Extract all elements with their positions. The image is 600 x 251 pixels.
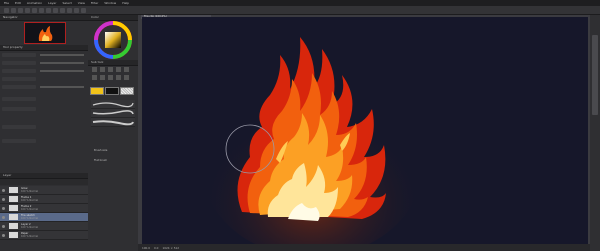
- layer-thumbnail: [9, 187, 18, 193]
- pen-tool-icon[interactable]: [92, 67, 97, 72]
- command-bar: [0, 6, 600, 15]
- text-tool-icon[interactable]: [116, 75, 121, 80]
- layer-blend: 100 % Normal: [21, 226, 39, 229]
- undo-icon[interactable]: [25, 7, 30, 13]
- layer-blend: 100 % Normal: [21, 235, 39, 238]
- brush-item[interactable]: [91, 100, 135, 109]
- property-slider[interactable]: [40, 54, 84, 56]
- property-row[interactable]: [2, 125, 36, 129]
- layer-row[interactable]: Glow 100 % Normal: [0, 186, 88, 195]
- status-bar: 100.0 0.0 1024 × 512: [138, 244, 590, 251]
- visibility-icon[interactable]: [2, 215, 5, 219]
- tool-property-header: Tool property: [0, 45, 88, 51]
- angle-readout[interactable]: 0.0: [154, 246, 158, 250]
- property-row[interactable]: [2, 97, 36, 101]
- deselect-icon[interactable]: [53, 7, 58, 13]
- color-wheel[interactable]: [94, 21, 132, 59]
- layer-blend: 100 % Normal: [21, 190, 39, 193]
- property-row[interactable]: [2, 69, 36, 73]
- property-row[interactable]: [2, 77, 36, 81]
- transparent-color-swatch[interactable]: [120, 87, 134, 95]
- layer-thumbnail: [9, 223, 18, 229]
- property-row[interactable]: [2, 61, 36, 65]
- eraser-tool-icon[interactable]: [124, 67, 129, 72]
- snap-ruler-icon[interactable]: [67, 7, 72, 13]
- brush-stroke-preview: [92, 110, 134, 115]
- color-label: Color: [91, 15, 99, 19]
- transform-icon[interactable]: [46, 7, 51, 13]
- new-file-icon[interactable]: [4, 7, 9, 13]
- visibility-icon[interactable]: [2, 197, 5, 201]
- redo-icon[interactable]: [32, 7, 37, 13]
- open-file-icon[interactable]: [11, 7, 16, 13]
- layer-thumbnail: [9, 205, 18, 211]
- vertical-scrollbar[interactable]: [590, 15, 600, 251]
- property-slider[interactable]: [40, 86, 84, 88]
- coords-readout: 1024 × 512: [162, 245, 180, 250]
- canvas[interactable]: [142, 17, 588, 251]
- figure-tool-icon[interactable]: [108, 75, 113, 80]
- blend-tool-icon[interactable]: [124, 75, 129, 80]
- layer-row[interactable]: Flame 2 100 % Normal: [0, 204, 88, 213]
- layer-thumbnail: [9, 196, 18, 202]
- brush-tool-icon[interactable]: [108, 67, 113, 72]
- layer-blend: 100 % Normal: [21, 217, 39, 220]
- brush-size-label: Brush size: [94, 149, 108, 152]
- airbrush-tool-icon[interactable]: [116, 67, 121, 72]
- layer-thumbnail: [9, 214, 18, 220]
- settings-icon[interactable]: [81, 7, 86, 13]
- layer-blend: 100 % Normal: [21, 199, 39, 202]
- fire-thumbnail-icon: [38, 26, 53, 41]
- layer-panel-label: Layer: [3, 173, 12, 177]
- visibility-icon[interactable]: [2, 233, 5, 237]
- property-row[interactable]: [2, 139, 36, 143]
- property-row[interactable]: [2, 85, 36, 89]
- layer-row-selected[interactable]: Fire sketch 100 % Normal: [0, 213, 88, 222]
- layer-blend: 100 % Normal: [21, 208, 39, 211]
- pencil-tool-icon[interactable]: [100, 67, 105, 72]
- navigator-label: Navigator: [3, 15, 18, 19]
- visibility-icon[interactable]: [2, 188, 5, 192]
- save-icon[interactable]: [18, 7, 23, 13]
- left-panel: Navigator Tool property Layer Glow 100 %…: [0, 15, 89, 251]
- visibility-icon[interactable]: [2, 206, 5, 210]
- layer-thumbnail: [9, 232, 18, 238]
- gradient-tool-icon[interactable]: [100, 75, 105, 80]
- property-row[interactable]: [2, 107, 36, 111]
- fire-artwork: [202, 37, 422, 251]
- brush-item[interactable]: [91, 118, 135, 127]
- navigator-header: Navigator: [0, 15, 88, 21]
- brush-stroke-preview: [92, 120, 134, 126]
- brush-stroke-preview: [92, 102, 134, 108]
- navigator-preview[interactable]: [24, 22, 66, 44]
- property-slider[interactable]: [40, 70, 84, 72]
- property-row[interactable]: [2, 53, 36, 57]
- layer-toolbar: [0, 179, 88, 185]
- invert-selection-icon[interactable]: [60, 7, 65, 13]
- clear-icon[interactable]: [39, 7, 44, 13]
- layer-row[interactable]: Flame 1 100 % Normal: [0, 195, 88, 204]
- snap-grid-icon[interactable]: [74, 7, 79, 13]
- visibility-icon[interactable]: [2, 224, 5, 228]
- main-color-swatch[interactable]: [90, 87, 104, 95]
- layer-row[interactable]: Layer 2 100 % Normal: [0, 222, 88, 231]
- flat-brush-label: Flat brush: [94, 159, 107, 162]
- layer-row[interactable]: Paper 100 % Normal: [0, 231, 88, 240]
- scroll-thumb[interactable]: [592, 35, 598, 115]
- tool-property-label: Tool property: [3, 45, 23, 49]
- zoom-readout[interactable]: 100.0: [142, 246, 150, 250]
- brush-item[interactable]: [91, 109, 135, 118]
- mid-panel: Color Sub tool Brush size Flat brush: [88, 15, 139, 251]
- property-slider[interactable]: [40, 62, 84, 64]
- sub-color-swatch[interactable]: [105, 87, 119, 95]
- subtool-header: Sub tool: [88, 60, 138, 66]
- subtool-label: Sub tool: [91, 60, 104, 64]
- fill-tool-icon[interactable]: [92, 75, 97, 80]
